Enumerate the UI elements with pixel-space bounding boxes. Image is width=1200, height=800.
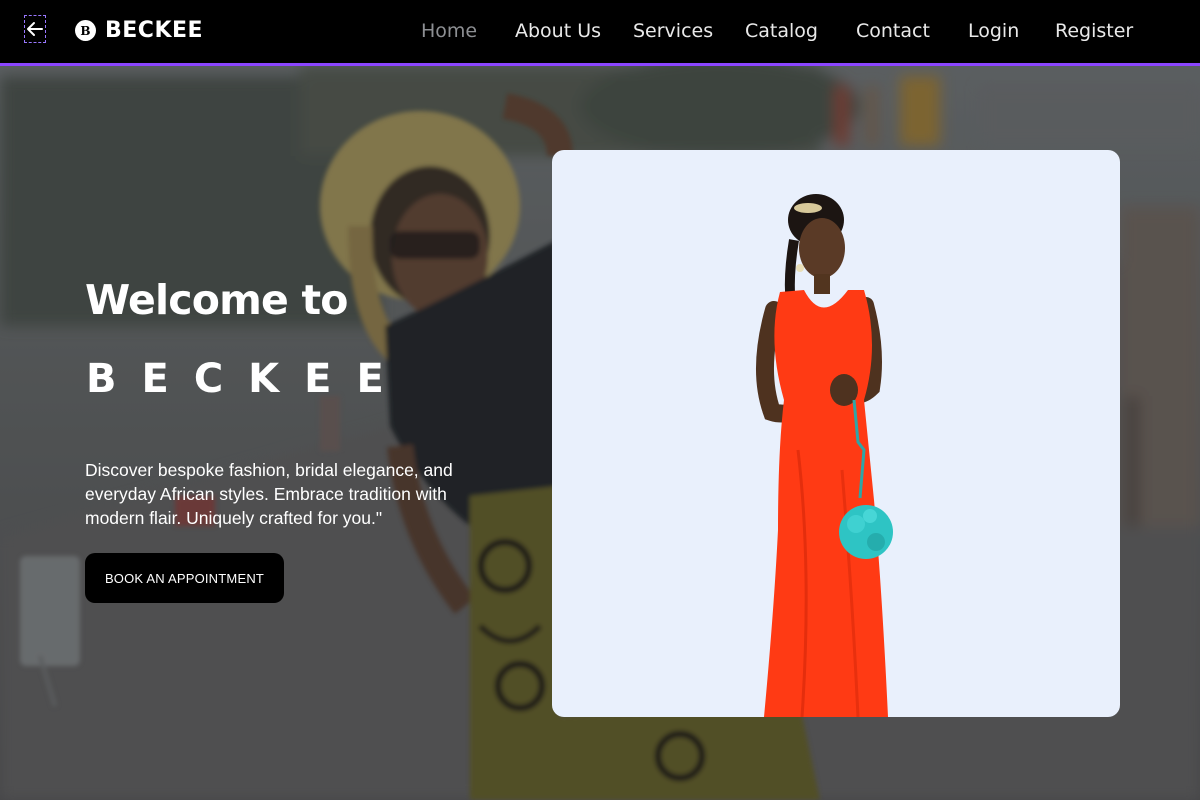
hero-title: Welcome to xyxy=(85,276,348,324)
hero-section: Welcome to BECKEE Discover bespoke fashi… xyxy=(0,66,1200,800)
nav-link-home[interactable]: Home xyxy=(421,20,477,42)
navbar: B BECKEE Home About Us Services Catalog … xyxy=(0,0,1200,66)
hero-description: Discover bespoke fashion, bridal eleganc… xyxy=(85,460,453,528)
nav-link-about-us[interactable]: About Us xyxy=(515,20,601,42)
nav-link-catalog[interactable]: Catalog xyxy=(745,20,818,42)
nav-link-services[interactable]: Services xyxy=(633,20,713,42)
arrow-left-icon xyxy=(27,22,43,36)
book-appointment-button[interactable]: BOOK AN APPOINTMENT xyxy=(85,553,284,603)
brand[interactable]: B BECKEE xyxy=(75,18,203,43)
brand-name: BECKEE xyxy=(105,18,204,43)
nav-link-register[interactable]: Register xyxy=(1055,20,1133,42)
nav-link-contact[interactable]: Contact xyxy=(856,20,930,42)
model-in-red-dress-image xyxy=(755,194,893,717)
nav-link-login[interactable]: Login xyxy=(968,20,1019,42)
hero-brand-name: BECKEE xyxy=(86,356,409,402)
back-button[interactable] xyxy=(24,15,46,43)
featured-image-card xyxy=(552,150,1120,717)
brand-logo-icon: B xyxy=(75,20,96,41)
